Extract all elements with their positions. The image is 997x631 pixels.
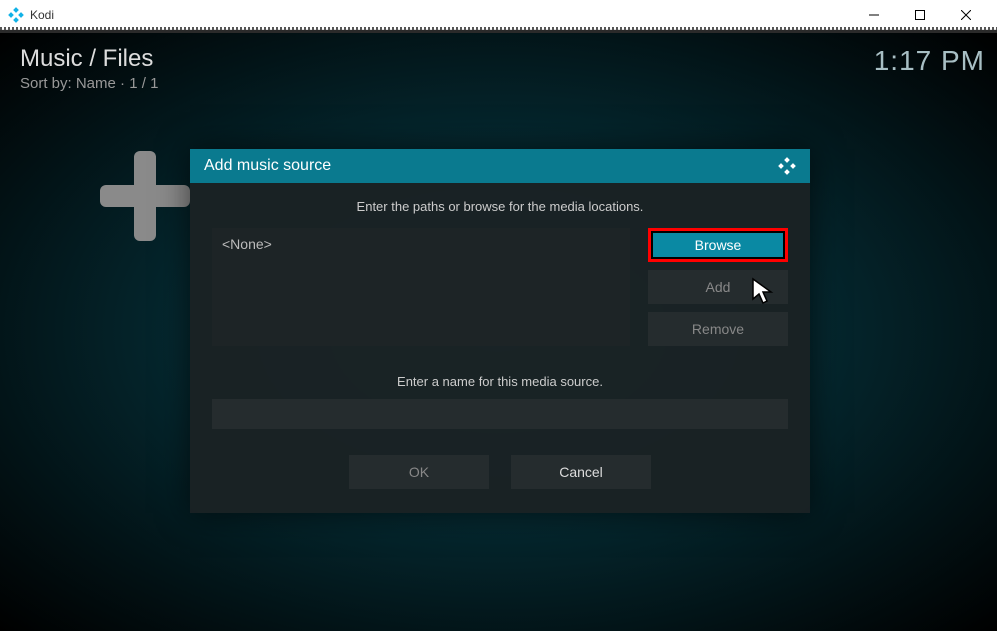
- source-name-input[interactable]: [212, 399, 788, 429]
- dialog-header: Add music source: [190, 149, 810, 183]
- close-button[interactable]: [943, 0, 989, 30]
- page-counter: 1 / 1: [129, 75, 158, 92]
- maximize-button[interactable]: [897, 0, 943, 30]
- ok-button[interactable]: OK: [349, 455, 489, 489]
- minimize-button[interactable]: [851, 0, 897, 30]
- window-title: Kodi: [30, 8, 851, 22]
- sort-label: Sort by: Name: [20, 75, 116, 92]
- kodi-logo-icon: [778, 157, 796, 175]
- breadcrumb: Music / Files: [20, 45, 158, 73]
- instruction-text: Enter the paths or browse for the media …: [212, 199, 788, 214]
- paths-listbox[interactable]: <None>: [212, 228, 630, 346]
- name-label: Enter a name for this media source.: [212, 374, 788, 389]
- browse-button[interactable]: Browse: [648, 228, 788, 262]
- clock: 1:17 PM: [874, 45, 985, 77]
- window-titlebar: Kodi: [0, 0, 997, 30]
- cancel-button[interactable]: Cancel: [511, 455, 651, 489]
- path-item[interactable]: <None>: [222, 236, 620, 252]
- kodi-app-icon: [8, 7, 24, 23]
- sort-info: Sort by: Name · 1 / 1: [20, 75, 158, 92]
- remove-path-button[interactable]: Remove: [648, 312, 788, 346]
- dialog-title: Add music source: [204, 157, 778, 175]
- add-path-button[interactable]: Add: [648, 270, 788, 304]
- add-source-plus-icon[interactable]: [100, 151, 190, 241]
- add-music-source-dialog: Add music source Enter the paths or brow…: [190, 149, 810, 513]
- kodi-application: Music / Files Sort by: Name · 1 / 1 1:17…: [0, 33, 997, 631]
